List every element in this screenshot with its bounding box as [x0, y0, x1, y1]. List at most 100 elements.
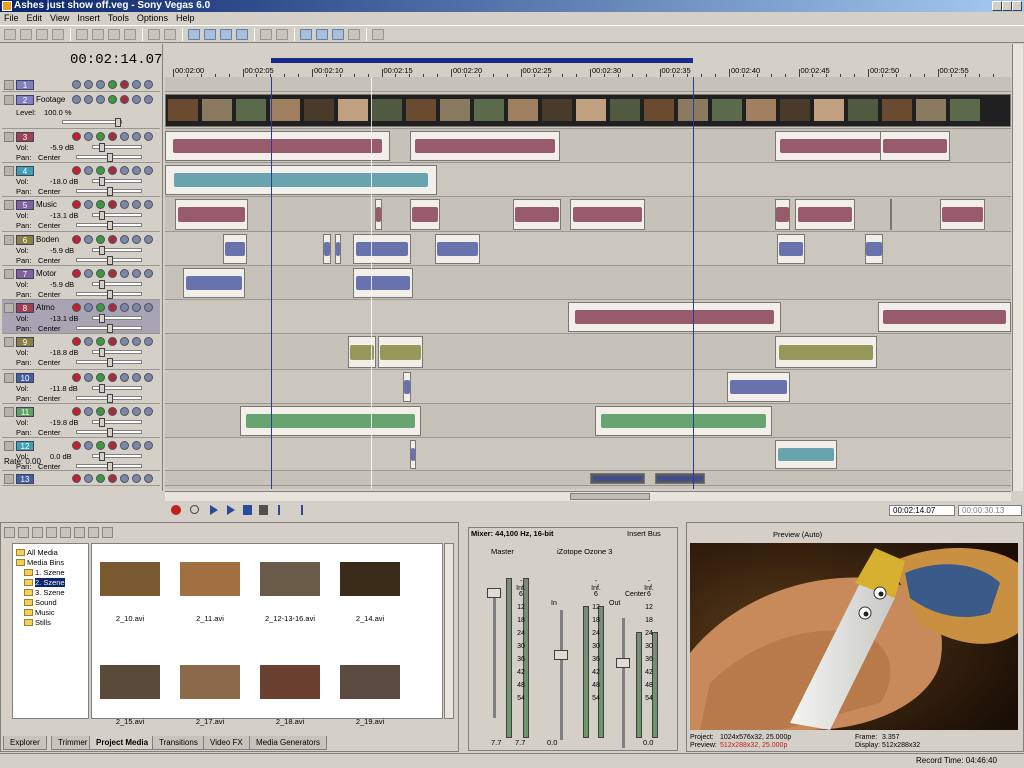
minimize-icon[interactable]	[992, 1, 1002, 11]
new-icon[interactable]	[4, 29, 16, 40]
track-handle[interactable]	[4, 407, 14, 417]
level-slider-knob[interactable]	[115, 118, 121, 127]
stop-button[interactable]	[259, 505, 268, 515]
track-arm-record-icon[interactable]	[72, 166, 81, 175]
track-mute-icon[interactable]	[120, 235, 129, 244]
tab-trimmer[interactable]: Trimmer	[51, 736, 95, 750]
track-arm-record-icon[interactable]	[72, 337, 81, 346]
track-gear-icon[interactable]	[108, 441, 117, 450]
menu-edit[interactable]: Edit	[23, 12, 47, 25]
remove-media-icon[interactable]	[46, 527, 57, 538]
track-fx-icon[interactable]	[96, 337, 105, 346]
pan-knob[interactable]	[107, 428, 113, 437]
media-clip[interactable]	[165, 131, 390, 161]
track-fx-icon[interactable]	[96, 132, 105, 141]
media-clip[interactable]	[890, 199, 892, 230]
region-start-marker[interactable]	[271, 77, 272, 489]
track-arm-record-icon[interactable]	[72, 200, 81, 209]
scroll-thumb[interactable]	[570, 493, 650, 500]
track-lane-1[interactable]	[165, 77, 1011, 92]
track-more-icon[interactable]	[144, 95, 153, 104]
search-icon[interactable]	[102, 527, 113, 538]
volume-slider[interactable]	[92, 314, 142, 323]
redo-icon[interactable]	[164, 29, 176, 40]
track-fx-icon[interactable]	[96, 303, 105, 312]
playback-cursor[interactable]	[371, 77, 372, 489]
volume-slider[interactable]	[92, 452, 142, 461]
media-clip[interactable]	[353, 268, 413, 298]
track-more-icon[interactable]	[144, 235, 153, 244]
menu-tools[interactable]: Tools	[104, 12, 133, 25]
pan-knob[interactable]	[107, 187, 113, 196]
track-more-icon[interactable]	[144, 474, 153, 483]
volume-knob[interactable]	[99, 452, 105, 461]
track-invert-phase-icon[interactable]	[84, 200, 93, 209]
track-header-6[interactable]: 6 Boden Vol: -5.9 dB Pan: Center	[2, 232, 160, 266]
track-gear-icon[interactable]	[108, 269, 117, 278]
track-more-icon[interactable]	[144, 200, 153, 209]
pan-slider[interactable]	[76, 428, 142, 437]
save-icon[interactable]	[36, 29, 48, 40]
track-more-icon[interactable]	[144, 269, 153, 278]
track-gear-icon[interactable]	[108, 337, 117, 346]
track-header-12[interactable]: 12 Vol: 0.0 dB Pan: Center	[2, 438, 160, 471]
track-fx-icon[interactable]	[96, 200, 105, 209]
media-clip[interactable]	[777, 234, 805, 264]
media-clip[interactable]	[165, 165, 437, 195]
media-clip[interactable]	[727, 372, 790, 402]
track-more-icon[interactable]	[144, 303, 153, 312]
tab-transitions[interactable]: Transitions	[152, 736, 205, 750]
track-solo-icon[interactable]	[132, 373, 141, 382]
record-button[interactable]	[171, 505, 181, 515]
track-handle[interactable]	[4, 80, 14, 90]
track-invert-phase-icon[interactable]	[84, 474, 93, 483]
tree-item[interactable]: Stills	[35, 618, 51, 627]
media-clip[interactable]	[570, 199, 645, 230]
views-icon[interactable]	[88, 527, 99, 538]
track-name[interactable]: Atmo	[36, 303, 55, 312]
track-motion-icon[interactable]	[132, 80, 141, 89]
volume-slider[interactable]	[92, 246, 142, 255]
track-solo-icon[interactable]	[132, 337, 141, 346]
track-handle[interactable]	[4, 441, 14, 451]
media-clip[interactable]	[378, 336, 423, 368]
track-header-9[interactable]: 9 Vol: -18.8 dB Pan: Center	[2, 334, 160, 370]
menu-file[interactable]: File	[0, 12, 23, 25]
track-gear-icon[interactable]	[108, 474, 117, 483]
track-invert-phase-icon[interactable]	[84, 407, 93, 416]
envelope-tool-icon[interactable]	[204, 29, 216, 40]
selection-tool-icon[interactable]	[220, 29, 232, 40]
track-handle[interactable]	[4, 474, 14, 484]
media-clip[interactable]	[795, 199, 855, 230]
horizontal-scrollbar[interactable]	[165, 491, 1011, 501]
track-fx-icon[interactable]	[96, 474, 105, 483]
media-thumbnail[interactable]	[180, 665, 240, 699]
track-arm-record-icon[interactable]	[72, 303, 81, 312]
track-name[interactable]: Boden	[36, 235, 59, 244]
track-handle[interactable]	[4, 235, 14, 245]
whats-this-icon[interactable]	[372, 29, 384, 40]
properties-icon[interactable]	[52, 29, 64, 40]
track-header-13[interactable]: 13	[2, 471, 160, 486]
ripple-edit-icon[interactable]	[300, 29, 312, 40]
track-lane-7[interactable]	[165, 266, 1011, 300]
track-header-1[interactable]: 1	[2, 77, 160, 92]
track-arm-record-icon[interactable]	[72, 474, 81, 483]
go-to-start-button[interactable]	[278, 505, 288, 515]
tab-project-media[interactable]: Project Media	[89, 736, 156, 750]
track-handle[interactable]	[4, 337, 14, 347]
track-header-4[interactable]: 4 Vol: -18.0 dB Pan: Center	[2, 163, 160, 197]
track-gear-icon[interactable]	[108, 166, 117, 175]
pan-slider[interactable]	[76, 358, 142, 367]
preview-quality-dropdown[interactable]: Preview (Auto)	[773, 530, 822, 539]
track-invert-phase-icon[interactable]	[84, 235, 93, 244]
insert-bus-button[interactable]: Insert Bus	[627, 529, 661, 538]
volume-knob[interactable]	[99, 177, 105, 186]
tree-item[interactable]: 2. Szene	[35, 578, 65, 587]
track-gear-icon[interactable]	[108, 200, 117, 209]
media-clip[interactable]	[410, 131, 560, 161]
track-mute-icon[interactable]	[120, 407, 129, 416]
tab-video-fx[interactable]: Video FX	[203, 736, 250, 750]
track-name[interactable]: Music	[36, 200, 57, 209]
track-fx-icon[interactable]	[96, 166, 105, 175]
